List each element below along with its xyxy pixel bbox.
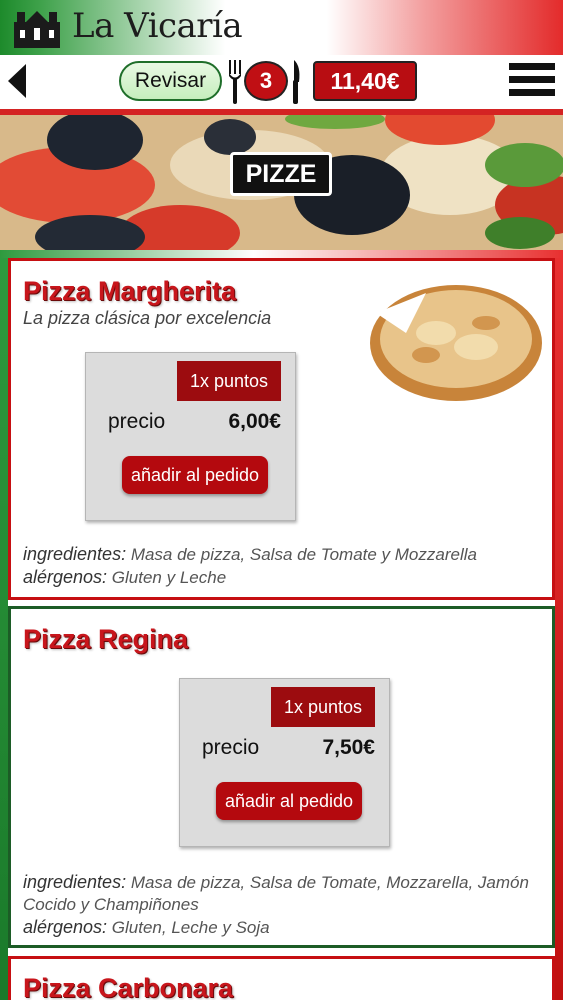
review-order-button[interactable]: Revisar <box>119 61 222 101</box>
app-title: La Vicaría <box>72 6 243 46</box>
ingredients-label: ingredientes: <box>23 872 127 892</box>
allergens-value: Gluten, Leche y Soja <box>111 918 270 937</box>
price-value: 6,00€ <box>228 410 281 433</box>
product-card: Pizza Regina 1x puntos precio 7,50€ añad… <box>8 606 555 948</box>
product-info: ingredientes: Masa de pizza, Salsa de To… <box>23 871 543 939</box>
product-card: Pizza Margherita La pizza clásica por ex… <box>8 258 555 600</box>
allergens-value: Gluten y Leche <box>111 568 227 587</box>
allergens-line: alérgenos: Gluten, Leche y Soja <box>23 916 543 939</box>
price-label: precio <box>108 410 166 433</box>
knife-icon <box>293 60 300 104</box>
category-banner: PIZZE <box>0 115 563 250</box>
allergens-label: alérgenos: <box>23 917 108 937</box>
back-arrow-icon[interactable] <box>6 62 30 100</box>
app-header: La Vicaría <box>0 0 563 55</box>
order-total-badge[interactable]: 11,40€ <box>313 61 417 101</box>
price-box: 1x puntos precio 7,50€ añadir al pedido <box>179 678 390 847</box>
points-tag: 1x puntos <box>177 361 281 401</box>
ingredients-label: ingredientes: <box>23 544 127 564</box>
product-info: ingredientes: Masa de pizza, Salsa de To… <box>23 543 548 589</box>
product-name: Pizza Carbonara <box>23 973 234 1000</box>
fork-icon <box>229 60 241 104</box>
points-tag: 1x puntos <box>271 687 375 727</box>
hamburger-menu-icon[interactable] <box>509 63 555 103</box>
ingredients-line: ingredientes: Masa de pizza, Salsa de To… <box>23 871 543 916</box>
price-label: precio <box>202 736 260 759</box>
product-card: Pizza Carbonara <box>8 956 555 1000</box>
ingredients-line: ingredientes: Masa de pizza, Salsa de To… <box>23 543 548 566</box>
add-to-order-button[interactable]: añadir al pedido <box>216 782 362 820</box>
order-count-badge[interactable]: 3 <box>244 61 288 101</box>
order-toolbar: Revisar 3 11,40€ <box>0 55 563 110</box>
category-title: PIZZE <box>230 152 332 196</box>
add-to-order-button[interactable]: añadir al pedido <box>122 456 268 494</box>
product-name: Pizza Margherita <box>23 276 237 306</box>
church-icon <box>14 11 60 48</box>
pizza-image <box>370 285 542 401</box>
product-name: Pizza Regina <box>23 624 189 654</box>
allergens-line: alérgenos: Gluten y Leche <box>23 566 548 589</box>
ingredients-value: Masa de pizza, Salsa de Tomate y Mozzare… <box>130 545 477 564</box>
left-green-stripe <box>0 258 8 1000</box>
price-box: 1x puntos precio 6,00€ añadir al pedido <box>85 352 296 521</box>
allergens-label: alérgenos: <box>23 567 108 587</box>
flag-bar <box>0 250 563 258</box>
product-subtitle: La pizza clásica por excelencia <box>23 308 272 328</box>
price-value: 7,50€ <box>322 736 375 759</box>
right-red-stripe <box>555 258 563 1000</box>
